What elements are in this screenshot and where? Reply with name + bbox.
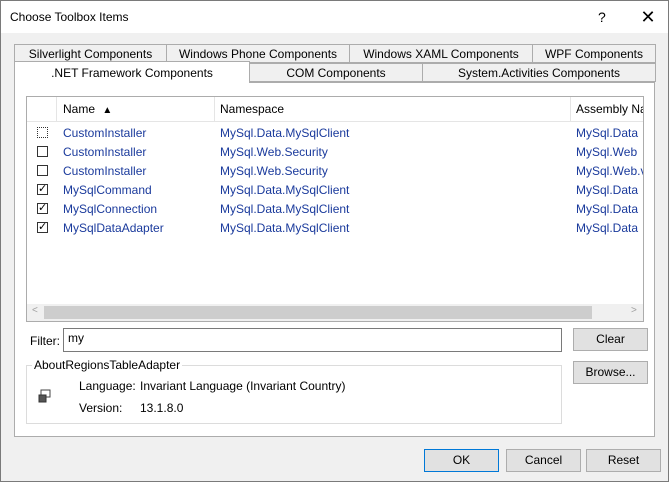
filter-input[interactable]: my [63, 328, 562, 352]
column-header-name[interactable]: Name ▲ [63, 102, 112, 116]
cell-namespace: MySql.Web.Security [220, 164, 328, 178]
table-row[interactable]: ✓ MySqlDataAdapter MySql.Data.MySqlClien… [27, 219, 643, 238]
table-row[interactable]: CustomInstaller MySql.Web.Security MySql… [27, 162, 643, 181]
column-separator [214, 97, 215, 121]
tab-label: .NET Framework Components [51, 66, 213, 80]
column-header-assembly[interactable]: Assembly Na [576, 102, 643, 116]
tab-com-components[interactable]: COM Components [249, 63, 423, 82]
cell-assembly: MySql.Data [576, 126, 639, 140]
cell-namespace: MySql.Web.Security [220, 145, 328, 159]
cell-name: MySqlDataAdapter [63, 221, 164, 235]
cell-assembly: MySql.Data [576, 202, 639, 216]
cell-name: CustomInstaller [63, 126, 147, 140]
tab-wpf-components[interactable]: WPF Components [532, 44, 656, 63]
row-checkbox[interactable] [37, 146, 48, 157]
sort-ascending-icon: ▲ [102, 105, 113, 116]
row-checkbox[interactable]: ✓ [37, 184, 48, 195]
components-grid: Name ▲ Namespace Assembly Na CustomInsta… [26, 96, 644, 322]
tab-label: Windows Phone Components [178, 47, 338, 61]
column-header-namespace[interactable]: Namespace [220, 102, 284, 116]
help-button[interactable]: ? [598, 9, 606, 25]
row-checkbox[interactable]: ✓ [37, 203, 48, 214]
table-row[interactable]: CustomInstaller MySql.Data.MySqlClient M… [27, 124, 643, 143]
tab-windows-xaml-components[interactable]: Windows XAML Components [349, 44, 533, 63]
column-separator [570, 97, 571, 121]
cell-assembly: MySql.Web.v [576, 164, 644, 178]
tab-label: Silverlight Components [28, 47, 153, 61]
column-header-name-label: Name [63, 102, 96, 116]
row-checkbox[interactable] [37, 127, 48, 138]
cell-assembly: MySql.Data [576, 183, 639, 197]
tab-system-activities-components[interactable]: System.Activities Components [422, 63, 656, 82]
reset-button[interactable]: Reset [586, 449, 661, 472]
component-details-group [26, 365, 562, 424]
choose-toolbox-items-dialog: Choose Toolbox Items ? ✕ Silverlight Com… [0, 0, 669, 482]
tab-label: System.Activities Components [457, 66, 621, 80]
cancel-button[interactable]: Cancel [506, 449, 581, 472]
cell-namespace: MySql.Data.MySqlClient [220, 183, 350, 197]
cell-name: MySqlConnection [63, 202, 158, 216]
ok-button[interactable]: OK [424, 449, 499, 472]
language-value: Invariant Language (Invariant Country) [140, 379, 346, 393]
scroll-right-arrow-icon[interactable]: > [631, 305, 637, 316]
tab-net-framework-components[interactable]: .NET Framework Components [14, 61, 250, 83]
table-row[interactable]: ✓ MySqlCommand MySql.Data.MySqlClient My… [27, 181, 643, 200]
cell-name: CustomInstaller [63, 145, 147, 159]
clear-button[interactable]: Clear [573, 328, 648, 351]
tab-label: Windows XAML Components [363, 47, 519, 61]
cell-assembly: MySql.Data [576, 221, 639, 235]
horizontal-scrollbar[interactable]: < > [27, 304, 643, 321]
row-checkbox[interactable]: ✓ [37, 222, 48, 233]
version-label: Version: [79, 401, 123, 415]
grid-header: Name ▲ Namespace Assembly Na [27, 97, 643, 122]
component-icon [38, 389, 52, 406]
row-checkbox[interactable] [37, 165, 48, 176]
scroll-left-arrow-icon[interactable]: < [32, 305, 38, 316]
version-value: 13.1.8.0 [140, 401, 184, 415]
cell-namespace: MySql.Data.MySqlClient [220, 202, 350, 216]
cell-name: MySqlCommand [63, 183, 152, 197]
component-details-title: AboutRegionsTableAdapter [32, 358, 183, 372]
cell-namespace: MySql.Data.MySqlClient [220, 221, 350, 235]
table-row[interactable]: ✓ MySqlConnection MySql.Data.MySqlClient… [27, 200, 643, 219]
scrollbar-thumb[interactable] [44, 306, 592, 319]
tab-label: COM Components [286, 66, 386, 80]
browse-button[interactable]: Browse... [573, 361, 648, 384]
language-label: Language: [79, 379, 136, 393]
close-button[interactable]: ✕ [635, 5, 661, 29]
table-row[interactable]: CustomInstaller MySql.Web.Security MySql… [27, 143, 643, 162]
window-title: Choose Toolbox Items [10, 10, 129, 24]
title-bar: Choose Toolbox Items ? ✕ [1, 1, 668, 33]
filter-label: Filter: [30, 334, 60, 348]
cell-namespace: MySql.Data.MySqlClient [220, 126, 350, 140]
cell-assembly: MySql.Web [576, 145, 638, 159]
column-separator [56, 97, 57, 121]
cell-name: CustomInstaller [63, 164, 147, 178]
tab-label: WPF Components [544, 47, 644, 61]
